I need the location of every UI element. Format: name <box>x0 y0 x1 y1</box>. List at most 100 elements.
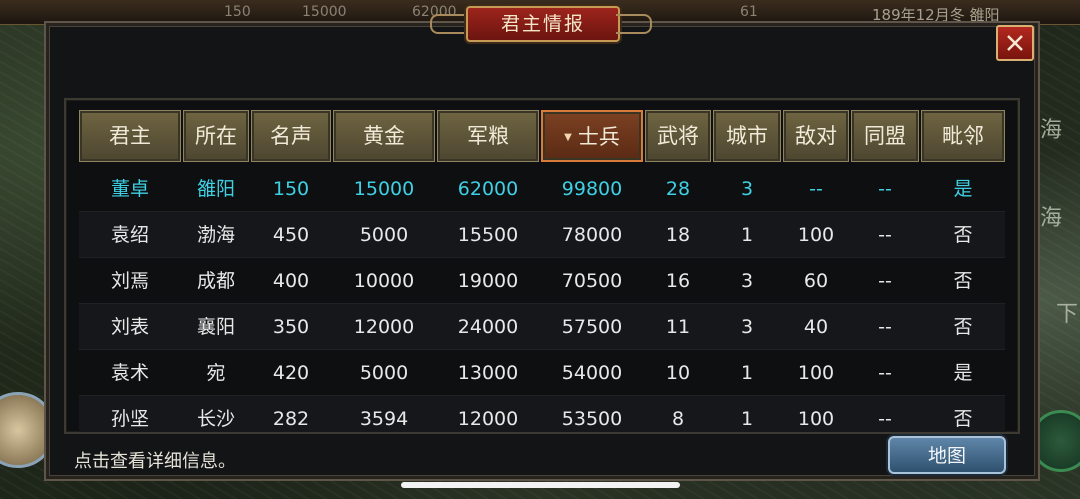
cell-fame: 282 <box>272 408 310 430</box>
table-row[interactable]: 袁绍 渤海 450 5000 15500 78000 18 1 100 -- 否 <box>79 212 1005 258</box>
column-header-cities[interactable]: 城市 <box>713 110 781 162</box>
topbar-value: 15000 <box>302 4 347 20</box>
cell-food: 13000 <box>457 362 519 384</box>
cell-cities: 1 <box>740 224 754 246</box>
cell-gold: 15000 <box>353 178 415 200</box>
cell-location: 雒阳 <box>196 178 235 200</box>
title-ornament-left <box>430 14 466 34</box>
cell-neighbor: 是 <box>953 362 973 384</box>
cell-soldiers: 54000 <box>561 362 623 384</box>
table-row[interactable]: 孙坚 长沙 282 3594 12000 53500 8 1 100 -- 否 <box>79 396 1005 432</box>
column-header-alliance[interactable]: 同盟 <box>851 110 919 162</box>
cell-ruler: 董卓 <box>110 178 149 200</box>
cell-food: 19000 <box>457 270 519 292</box>
cell-cities: 1 <box>740 408 754 430</box>
hint-text: 点击查看详细信息。 <box>74 451 236 472</box>
cell-food: 15500 <box>457 224 519 246</box>
sort-arrow-icon: ▼ <box>564 132 572 143</box>
cell-ruler: 袁绍 <box>110 224 149 246</box>
cell-ruler: 刘表 <box>110 316 149 338</box>
cell-hostility: 40 <box>803 316 829 338</box>
cell-location: 宛 <box>206 362 226 384</box>
cell-location: 襄阳 <box>196 316 235 338</box>
cell-ruler: 刘焉 <box>110 270 149 292</box>
cell-location: 渤海 <box>196 224 235 246</box>
cell-alliance: -- <box>878 270 892 292</box>
column-header-neighbor[interactable]: 毗邻 <box>921 110 1005 162</box>
column-header-gold[interactable]: 黄金 <box>333 110 435 162</box>
title-ornament-right <box>616 14 652 34</box>
close-button[interactable] <box>996 25 1034 61</box>
cell-soldiers: 53500 <box>561 408 623 430</box>
cell-generals: 8 <box>671 408 685 430</box>
ruler-table: 君主 所在 名声 黄金 军粮 ▼ 士兵 武将 城市 敌对 同盟 毗邻 董卓 雒阳 15… <box>64 98 1020 434</box>
cell-hostility: 100 <box>797 408 835 430</box>
cell-hostility: -- <box>809 178 823 200</box>
cell-neighbor: 否 <box>953 316 973 338</box>
cell-alliance: -- <box>878 316 892 338</box>
map-button[interactable]: 地图 <box>888 436 1006 474</box>
cell-cities: 3 <box>740 270 754 292</box>
cell-ruler: 孙坚 <box>110 408 149 430</box>
cell-cities: 1 <box>740 362 754 384</box>
map-label: 下 <box>1056 302 1079 327</box>
cell-alliance: -- <box>878 408 892 430</box>
table-header: 君主 所在 名声 黄金 军粮 ▼ 士兵 武将 城市 敌对 同盟 毗邻 <box>79 110 1005 162</box>
map-label: 海 <box>1040 118 1063 143</box>
cell-hostility: 100 <box>797 224 835 246</box>
table-row[interactable]: 董卓 雒阳 150 15000 62000 99800 28 3 -- -- 是 <box>79 166 1005 212</box>
table-row[interactable]: 袁术 宛 420 5000 13000 54000 10 1 100 -- 是 <box>79 350 1005 396</box>
cell-food: 12000 <box>457 408 519 430</box>
cell-neighbor: 是 <box>953 178 973 200</box>
close-icon <box>1007 35 1023 51</box>
cell-soldiers: 78000 <box>561 224 623 246</box>
cell-generals: 18 <box>665 224 691 246</box>
cell-cities: 3 <box>740 316 754 338</box>
column-header-soldiers[interactable]: ▼ 士兵 <box>541 110 643 162</box>
column-header-hostility[interactable]: 敌对 <box>783 110 849 162</box>
cell-gold: 12000 <box>353 316 415 338</box>
cell-fame: 420 <box>272 362 310 384</box>
column-header-food[interactable]: 军粮 <box>437 110 539 162</box>
cell-fame: 450 <box>272 224 310 246</box>
cell-gold: 10000 <box>353 270 415 292</box>
cell-gold: 5000 <box>359 362 409 384</box>
panel-title: 君主情报 <box>466 6 620 42</box>
cell-location: 长沙 <box>196 408 235 430</box>
map-label: 海 <box>1040 206 1063 231</box>
column-header-location[interactable]: 所在 <box>183 110 249 162</box>
topbar-value: 150 <box>224 4 251 20</box>
cell-alliance: -- <box>878 362 892 384</box>
column-header-ruler[interactable]: 君主 <box>79 110 181 162</box>
cell-cities: 3 <box>740 178 754 200</box>
cell-ruler: 袁术 <box>110 362 149 384</box>
cell-food: 62000 <box>457 178 519 200</box>
panel-title-bar: 君主情报 <box>430 4 652 42</box>
cell-neighbor: 否 <box>953 224 973 246</box>
cell-hostility: 60 <box>803 270 829 292</box>
table-row[interactable]: 刘焉 成都 400 10000 19000 70500 16 3 60 -- 否 <box>79 258 1005 304</box>
column-header-generals[interactable]: 武将 <box>645 110 711 162</box>
cell-soldiers: 99800 <box>561 178 623 200</box>
cell-fame: 150 <box>272 178 310 200</box>
home-indicator <box>401 482 680 488</box>
table-row[interactable]: 刘表 襄阳 350 12000 24000 57500 11 3 40 -- 否 <box>79 304 1005 350</box>
cell-alliance: -- <box>878 224 892 246</box>
cell-fame: 350 <box>272 316 310 338</box>
cell-soldiers: 70500 <box>561 270 623 292</box>
cell-gold: 5000 <box>359 224 409 246</box>
cell-location: 成都 <box>196 270 235 292</box>
cell-generals: 10 <box>665 362 691 384</box>
cell-alliance: -- <box>878 178 892 200</box>
cell-generals: 28 <box>665 178 691 200</box>
cell-neighbor: 否 <box>953 408 973 430</box>
cell-hostility: 100 <box>797 362 835 384</box>
cell-generals: 16 <box>665 270 691 292</box>
topbar-value: 61 <box>740 4 758 20</box>
cell-fame: 400 <box>272 270 310 292</box>
cell-soldiers: 57500 <box>561 316 623 338</box>
cell-neighbor: 否 <box>953 270 973 292</box>
column-header-fame[interactable]: 名声 <box>251 110 331 162</box>
cell-food: 24000 <box>457 316 519 338</box>
cell-generals: 11 <box>665 316 691 338</box>
